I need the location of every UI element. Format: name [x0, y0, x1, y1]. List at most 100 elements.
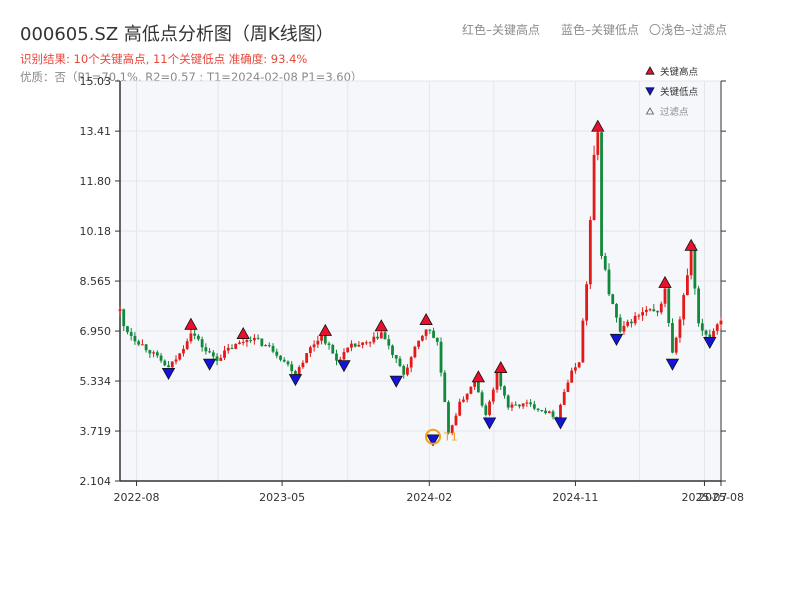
y-tick-label: 11.80	[80, 175, 112, 188]
candle-body	[163, 360, 167, 366]
candle-body	[193, 333, 197, 336]
candle-body	[312, 344, 316, 348]
candle-body	[286, 361, 290, 365]
candle-body	[700, 323, 704, 331]
candle-body	[480, 392, 484, 406]
candle-body	[644, 309, 648, 313]
legend-filtered-label: 过滤点	[660, 106, 689, 118]
candle-body	[495, 371, 499, 390]
candle-body	[615, 304, 618, 318]
candle-body	[126, 326, 129, 333]
candle-body	[308, 347, 312, 354]
candle-body	[510, 404, 514, 408]
candle-body	[226, 347, 230, 351]
candle-body	[674, 337, 678, 353]
candle-body	[185, 341, 189, 349]
candle-body	[544, 410, 547, 414]
candle-body	[525, 402, 529, 404]
candle-body	[167, 365, 170, 368]
candle-body	[118, 309, 122, 311]
candle-body	[267, 345, 271, 347]
candle-body	[364, 342, 368, 344]
candle-body	[659, 303, 663, 313]
candle-body	[249, 340, 253, 342]
candle-body	[618, 317, 622, 332]
candle-body	[252, 337, 256, 341]
x-tick-label: 2023-05	[259, 491, 305, 504]
candle-body	[566, 382, 570, 392]
candle-body	[316, 340, 320, 345]
candle-body	[219, 357, 223, 361]
candle-body	[667, 288, 671, 323]
candle-body	[532, 404, 536, 409]
candle-body	[454, 415, 458, 426]
candle-body	[469, 386, 473, 394]
candle-body	[596, 132, 600, 155]
candle-body	[174, 359, 178, 362]
x-tick-label: 2022-08	[114, 491, 160, 504]
candle-body	[715, 324, 719, 331]
candle-body	[189, 333, 193, 342]
candle-body	[447, 402, 450, 434]
candle-body	[215, 356, 219, 361]
candle-body	[159, 355, 163, 361]
candle-body	[637, 315, 641, 317]
candle-body	[279, 355, 282, 360]
x-tick-label: 2025-08	[698, 491, 744, 504]
candle-body	[290, 364, 294, 372]
y-tick-label: 5.334	[80, 375, 112, 388]
candle-body	[432, 330, 435, 338]
candle-body	[585, 284, 589, 321]
candle-body	[540, 410, 544, 412]
candle-body	[140, 344, 144, 346]
candle-body	[346, 347, 350, 353]
candle-body	[122, 309, 126, 327]
candle-body	[394, 354, 398, 359]
candle-body	[581, 320, 585, 363]
candle-body	[570, 370, 574, 383]
candle-body	[506, 395, 510, 408]
candle-body	[491, 389, 495, 402]
candle-body	[693, 248, 697, 289]
candle-body	[256, 337, 260, 339]
candle-body	[155, 352, 159, 356]
candle-body	[144, 344, 148, 351]
candle-body	[260, 338, 264, 346]
candle-body	[652, 309, 656, 312]
candle-body	[200, 339, 204, 348]
candle-body	[443, 372, 447, 403]
candle-body	[357, 344, 361, 347]
candle-body	[682, 295, 686, 320]
candle-body	[238, 342, 241, 344]
candle-body	[379, 332, 383, 339]
candle-body	[417, 340, 421, 347]
candle-body	[648, 309, 652, 311]
candle-body	[607, 269, 611, 295]
candle-body	[574, 367, 577, 371]
candle-body	[208, 351, 211, 353]
candle-body	[439, 341, 443, 373]
candle-body	[656, 311, 659, 313]
candle-body	[182, 348, 185, 354]
candle-body	[406, 367, 409, 375]
y-tick-label: 15.03	[80, 75, 112, 88]
candle-body	[196, 335, 200, 340]
candle-body	[465, 393, 469, 400]
candle-body	[521, 403, 525, 407]
candle-body	[264, 345, 267, 347]
candle-body	[294, 371, 297, 375]
candle-body	[562, 391, 566, 405]
candle-body	[462, 399, 465, 402]
candle-body	[211, 352, 215, 357]
candle-body	[671, 322, 674, 353]
t1-label: T1	[443, 431, 458, 444]
candle-body	[428, 329, 432, 331]
candle-body	[353, 343, 357, 347]
candle-body	[514, 404, 518, 406]
candle-body	[133, 335, 137, 342]
candle-body	[148, 350, 152, 354]
x-tick-label: 2024-02	[406, 491, 452, 504]
candle-body	[630, 321, 633, 324]
candle-body	[503, 386, 506, 396]
candle-body	[297, 367, 301, 375]
